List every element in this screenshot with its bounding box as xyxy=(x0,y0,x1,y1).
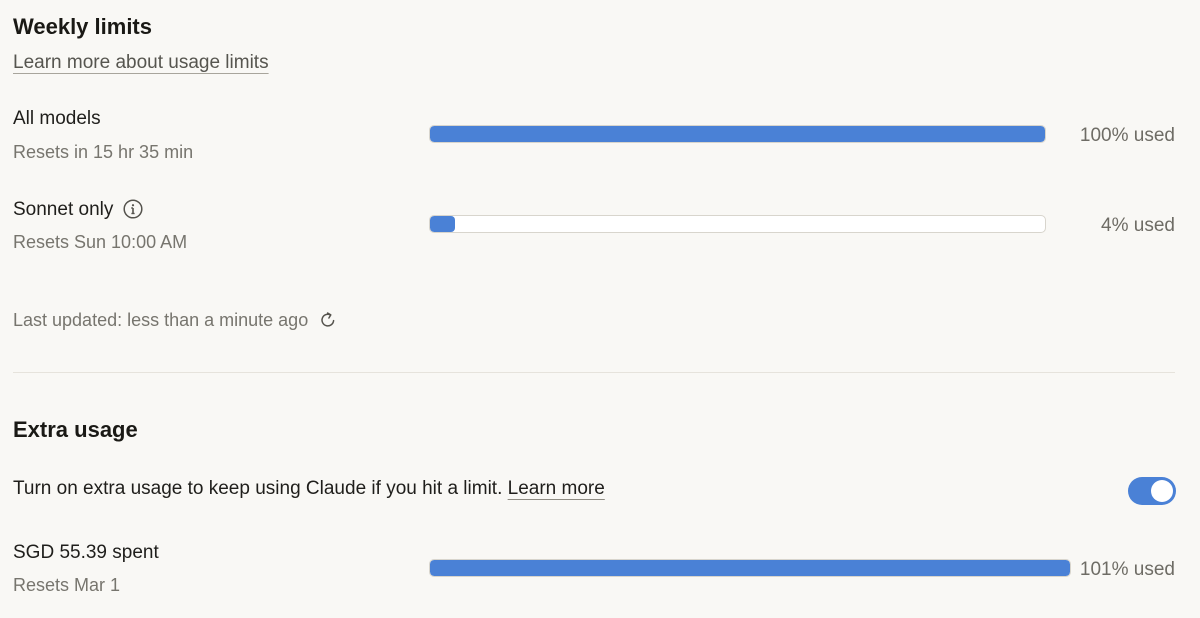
sonnet-only-label: Sonnet only xyxy=(13,198,114,220)
info-icon[interactable] xyxy=(123,199,143,219)
last-updated-text: Last updated: less than a minute ago xyxy=(13,310,309,330)
extra-usage-description-line: Turn on extra usage to keep using Claude… xyxy=(13,479,605,498)
last-updated-group: Last updated: less than a minute ago xyxy=(13,310,338,330)
sonnet-only-reset: Resets Sun 10:00 AM xyxy=(13,232,188,252)
sonnet-only-progress-fill xyxy=(430,216,455,232)
all-models-progress-bar xyxy=(429,125,1046,143)
extra-usage-reset: Resets Mar 1 xyxy=(13,575,121,595)
all-models-reset: Resets in 15 hr 35 min xyxy=(13,142,194,162)
extra-usage-description: Turn on extra usage to keep using Claude… xyxy=(13,478,503,499)
refresh-icon[interactable] xyxy=(318,310,338,330)
sonnet-only-progress-bar xyxy=(429,215,1046,233)
sonnet-only-percent: 4% used xyxy=(1101,215,1175,236)
weekly-limits-title: Weekly limits xyxy=(13,14,152,39)
sonnet-only-label-group: Sonnet only xyxy=(13,199,143,219)
extra-usage-percent: 101% used xyxy=(1079,559,1175,580)
section-divider xyxy=(13,372,1175,373)
toggle-knob xyxy=(1151,480,1173,502)
extra-usage-progress-bar xyxy=(429,559,1071,577)
extra-usage-title: Extra usage xyxy=(13,417,138,442)
all-models-progress-fill xyxy=(430,126,1045,142)
all-models-label: All models xyxy=(13,108,101,129)
extra-usage-spent-label: SGD 55.39 spent xyxy=(13,542,159,563)
all-models-percent: 100% used xyxy=(1079,125,1175,146)
extra-usage-toggle[interactable] xyxy=(1128,477,1176,505)
extra-usage-learn-more-link[interactable]: Learn more xyxy=(508,478,605,499)
learn-more-usage-limits-link[interactable]: Learn more about usage limits xyxy=(13,53,269,72)
extra-usage-progress-fill xyxy=(430,560,1070,576)
